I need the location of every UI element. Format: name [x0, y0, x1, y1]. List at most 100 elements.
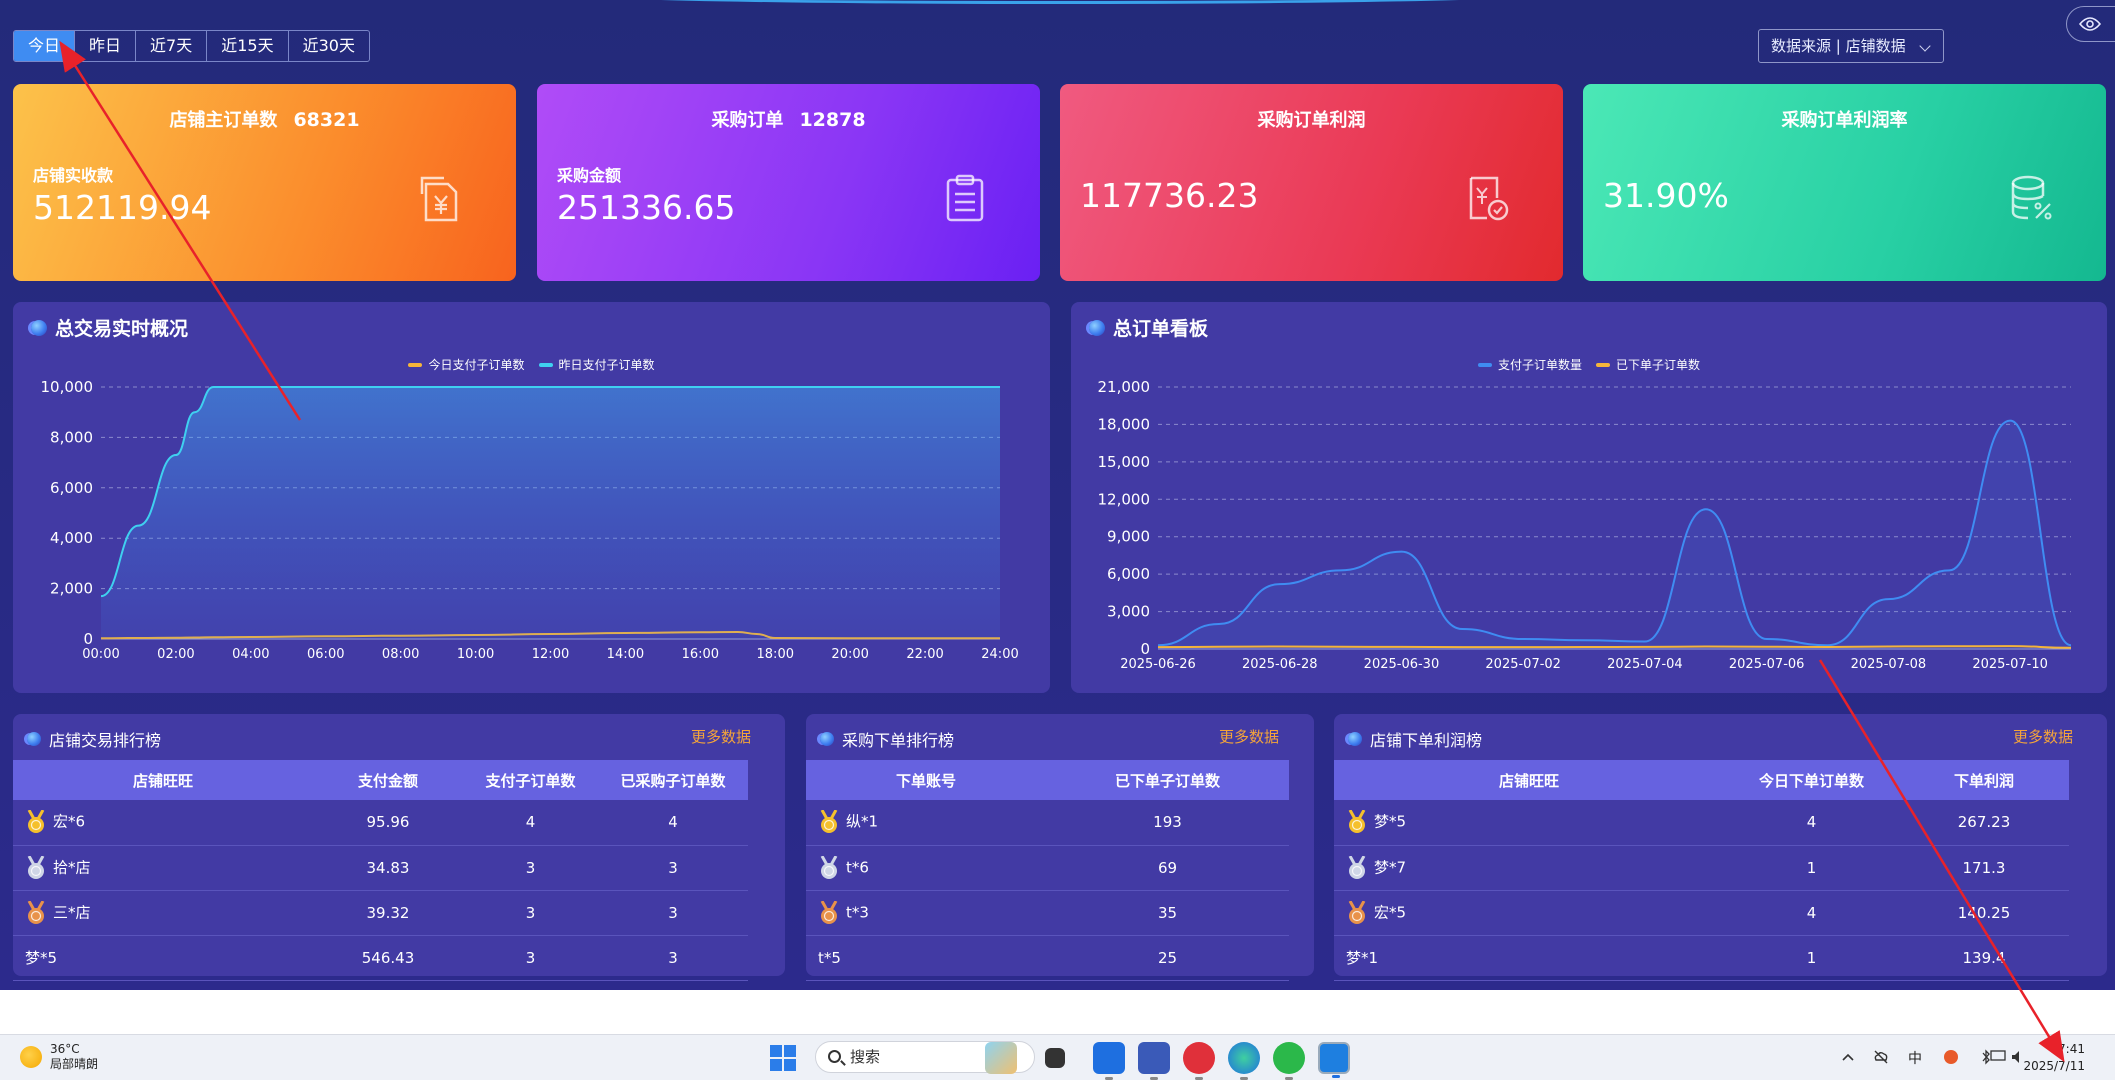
tab-7-days[interactable]: 近7天 — [136, 31, 208, 61]
tab-today[interactable]: 今日 — [14, 31, 76, 61]
table-row: t*3 35 — [806, 890, 1289, 936]
y-tick-label: 6,000 — [50, 479, 93, 497]
cell-text: 宏*5 — [1374, 903, 1407, 921]
x-tick-label: 2025-07-04 — [1607, 657, 1683, 672]
visibility-toggle[interactable] — [2066, 6, 2115, 42]
clock[interactable]: 17:41 2025/7/11 — [2023, 1041, 2085, 1075]
taskbar-app-feishu-icon[interactable] — [1093, 1042, 1125, 1080]
table-cell: 267.23 — [1899, 800, 2069, 846]
table-cell: 4 — [463, 800, 598, 846]
table-row: 拾*店 34.83 3 3 — [13, 845, 748, 891]
card-value: 512119.94 — [33, 188, 212, 227]
x-tick-label: 10:00 — [457, 647, 494, 662]
store-trade-table: 店铺旺旺 支付金额 支付子订单数 已采购子订单数 宏*6 95.96 4 4 拾*店 34… — [13, 760, 748, 981]
taskbar-app-wechat-icon[interactable] — [1273, 1042, 1305, 1080]
more-data-link[interactable]: 更多数据 — [2013, 726, 2073, 747]
table-row: 三*店 39.32 3 3 — [13, 890, 748, 936]
column-header: 已下单子订单数 — [1046, 760, 1289, 800]
medal-icon — [1348, 855, 1366, 879]
series-area — [101, 387, 1000, 639]
rank-name-cell: t*5 — [806, 935, 1046, 981]
panel-title: 采购下单排行榜 — [820, 727, 954, 751]
taskbar-app-red-icon[interactable] — [1183, 1042, 1215, 1080]
panel-title: 店铺交易排行榜 — [27, 727, 161, 751]
panel-purchase-ranking: 采购下单排行榜 更多数据 下单账号 已下单子订单数 纵*1 193 t*6 69 t*3… — [806, 714, 1314, 981]
tab-yesterday[interactable]: 昨日 — [75, 31, 137, 61]
taskbar-app-file-icon[interactable] — [1045, 1048, 1065, 1068]
x-tick-label: 2025-07-08 — [1851, 657, 1927, 672]
cell-text: 梦*5 — [25, 949, 58, 967]
cloud-off-icon[interactable] — [1873, 1049, 1889, 1065]
datasource-label: 数据来源 | 店铺数据 — [1771, 37, 1906, 55]
card-sub-label: 采购金额 — [557, 166, 622, 185]
x-tick-label: 2025-06-30 — [1364, 657, 1440, 672]
clipboard-icon — [946, 174, 984, 222]
weather-sun-icon — [20, 1046, 42, 1068]
rank-name-cell: 三*店 — [13, 890, 313, 936]
clock-date: 2025/7/11 — [2023, 1059, 2085, 1073]
temperature: 36°C — [50, 1042, 80, 1056]
taskbar-app-edge-icon[interactable] — [1228, 1042, 1260, 1080]
y-tick-label: 21,000 — [1098, 378, 1151, 396]
table-row: 梦*5 546.43 3 3 — [13, 935, 748, 981]
cell-text: 三*店 — [53, 903, 91, 921]
x-tick-label: 2025-06-26 — [1120, 657, 1196, 672]
windows-start-icon[interactable] — [770, 1045, 796, 1071]
tab-30-days[interactable]: 近30天 — [289, 31, 369, 61]
rank-name-cell: 梦*5 — [1334, 800, 1724, 846]
rank-name-cell: t*6 — [806, 845, 1046, 891]
column-header: 店铺旺旺 — [1334, 760, 1724, 800]
orb-icon — [820, 732, 834, 746]
orb-icon — [1348, 732, 1362, 746]
card-value: 117736.23 — [1080, 176, 1259, 215]
table-cell: 546.43 — [313, 935, 463, 981]
card-title: 采购订单利润率 — [1781, 110, 1908, 131]
x-tick-label: 2025-07-10 — [1972, 657, 2048, 672]
cell-text: 梦*1 — [1346, 949, 1379, 967]
table-cell: 35 — [1046, 890, 1289, 936]
chevron-up-icon[interactable] — [1840, 1049, 1856, 1065]
taskbar-app-widget-icon[interactable] — [985, 1042, 1017, 1074]
x-tick-label: 24:00 — [981, 647, 1018, 662]
series-area — [1158, 420, 2071, 649]
header-glow — [580, 0, 1540, 4]
table-cell: 171.3 — [1899, 845, 2069, 891]
medal-icon — [820, 855, 838, 879]
datasource-select[interactable]: 数据来源 | 店铺数据 — [1758, 29, 1944, 63]
medal-icon — [1348, 810, 1366, 834]
monitor-icon[interactable] — [1990, 1049, 2006, 1065]
tab-15-days[interactable]: 近15天 — [207, 31, 289, 61]
panel-store-trade-ranking: 店铺交易排行榜 更多数据 店铺旺旺 支付金额 支付子订单数 已采购子订单数 宏*… — [13, 714, 785, 981]
y-tick-label: 4,000 — [50, 529, 93, 547]
x-tick-label: 14:00 — [607, 647, 644, 662]
antivirus-icon[interactable] — [1943, 1049, 1959, 1065]
input-method-icon[interactable]: 中 — [1908, 1048, 1922, 1068]
taskbar-app-active-icon[interactable] — [1318, 1042, 1350, 1078]
table-cell: 3 — [598, 935, 748, 981]
table-cell: 69 — [1046, 845, 1289, 891]
x-tick-label: 22:00 — [906, 647, 943, 662]
x-tick-label: 2025-07-06 — [1729, 657, 1805, 672]
weather-widget[interactable]: 36°C 局部晴朗 — [20, 1042, 98, 1072]
cell-text: t*3 — [846, 903, 869, 921]
y-tick-label: 12,000 — [1098, 490, 1151, 508]
chevron-down-icon — [1919, 40, 1931, 52]
cell-text: t*6 — [846, 858, 869, 876]
cell-text: 纵*1 — [846, 812, 879, 831]
x-tick-label: 12:00 — [532, 647, 569, 662]
kpi-card-purchase-profit: 采购订单利润 117736.23 — [1060, 84, 1563, 281]
x-tick-label: 08:00 — [382, 647, 419, 662]
y-tick-label: 10,000 — [41, 378, 94, 396]
more-data-link[interactable]: 更多数据 — [691, 726, 751, 747]
search-placeholder: 搜索 — [850, 1048, 881, 1066]
taskbar-app-rdo-icon[interactable] — [1138, 1042, 1170, 1080]
column-header: 今日下单订单数 — [1724, 760, 1899, 800]
y-tick-label: 15,000 — [1098, 453, 1151, 471]
card-title: 店铺主订单数 68321 — [169, 109, 360, 131]
rank-name-cell: 宏*5 — [1334, 890, 1724, 936]
more-data-link[interactable]: 更多数据 — [1219, 726, 1279, 747]
medal-icon — [1348, 900, 1366, 924]
yuan-document-icon — [420, 176, 458, 222]
table-row: 梦*5 4 267.23 — [1334, 800, 2069, 846]
rank-name-cell: 拾*店 — [13, 845, 313, 891]
